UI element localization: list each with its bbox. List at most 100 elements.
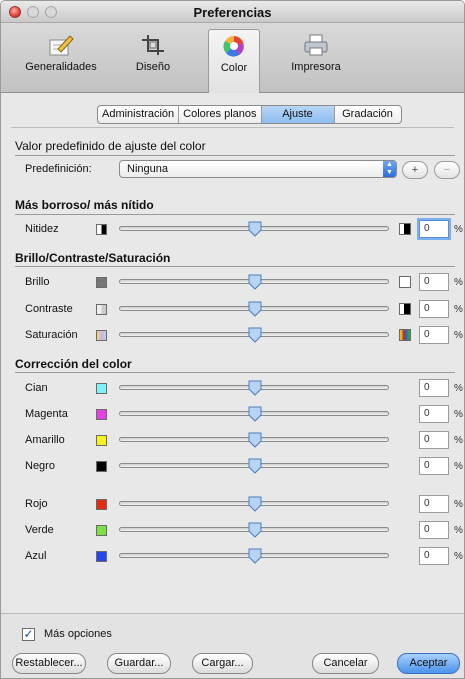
cyan-slider-thumb[interactable] bbox=[248, 380, 262, 396]
red-value-field[interactable]: 0 bbox=[419, 495, 449, 513]
tab-gradacion[interactable]: Gradación bbox=[335, 106, 401, 123]
contrast-label: Contraste bbox=[25, 303, 73, 315]
toolbar-impresora-label: Impresora bbox=[291, 61, 341, 73]
saturation-slider-thumb[interactable] bbox=[248, 327, 262, 343]
brightness-label: Brillo bbox=[25, 276, 50, 288]
cyan-unit: % bbox=[454, 383, 463, 394]
brightness-value-field[interactable]: 0 bbox=[419, 273, 449, 291]
preset-section-title: Valor predefinido de ajuste del color bbox=[15, 139, 206, 153]
blue-slider-track[interactable] bbox=[119, 548, 389, 564]
more-options-label: Más opciones bbox=[44, 628, 112, 640]
pencil-document-icon bbox=[49, 35, 74, 56]
footer: ✓ Más opciones Restablecer... Guardar...… bbox=[1, 613, 464, 678]
cyan-label: Cian bbox=[25, 382, 48, 394]
green-slider-thumb[interactable] bbox=[248, 522, 262, 538]
window-title: Preferencias bbox=[193, 5, 272, 20]
blur-icon bbox=[96, 224, 107, 235]
contrast-slider-track[interactable] bbox=[119, 301, 389, 317]
select-arrows-icon: ▲ ▼ bbox=[383, 161, 396, 177]
red-label: Rojo bbox=[25, 498, 48, 510]
red-swatch-icon bbox=[96, 499, 107, 510]
contrast-max-icon bbox=[399, 303, 411, 315]
brightness-slider-thumb[interactable] bbox=[248, 274, 262, 290]
color-tab-bar: Administración Colores planos Ajuste Gra… bbox=[97, 105, 402, 124]
red-slider-track[interactable] bbox=[119, 496, 389, 512]
remove-preset-button[interactable]: − bbox=[434, 161, 460, 179]
add-preset-button[interactable]: + bbox=[402, 161, 428, 179]
black-label: Negro bbox=[25, 460, 55, 472]
saturation-max-icon bbox=[399, 329, 411, 341]
cyan-slider-track[interactable] bbox=[119, 380, 389, 396]
green-label: Verde bbox=[25, 524, 54, 536]
bcs-section-title: Brillo/Contraste/Saturación bbox=[15, 251, 171, 265]
magenta-slider-thumb[interactable] bbox=[248, 406, 262, 422]
preferences-toolbar: Generalidades Diseño Color Impresora bbox=[1, 23, 464, 93]
green-slider-track[interactable] bbox=[119, 522, 389, 538]
black-swatch-icon bbox=[96, 461, 107, 472]
yellow-slider-thumb[interactable] bbox=[248, 432, 262, 448]
blue-label: Azul bbox=[25, 550, 47, 562]
toolbar-color[interactable]: Color bbox=[208, 29, 260, 93]
saturation-value-field[interactable]: 0 bbox=[419, 326, 449, 344]
preset-select[interactable]: Ninguna ▲ ▼ bbox=[119, 160, 397, 178]
black-slider-track[interactable] bbox=[119, 458, 389, 474]
divider bbox=[15, 155, 455, 156]
black-unit: % bbox=[454, 461, 463, 472]
color-wheel-icon bbox=[223, 36, 244, 57]
divider bbox=[15, 266, 455, 267]
load-button[interactable]: Cargar... bbox=[192, 653, 253, 674]
preset-value: Ninguna bbox=[127, 163, 168, 175]
red-slider-thumb[interactable] bbox=[248, 496, 262, 512]
cancel-button[interactable]: Cancelar bbox=[312, 653, 379, 674]
toolbar-impresora[interactable]: Impresora bbox=[288, 29, 344, 87]
sharpness-slider-thumb[interactable] bbox=[248, 221, 262, 237]
brightness-swatch-icon bbox=[96, 277, 107, 288]
more-options-checkbox[interactable]: ✓ bbox=[22, 628, 35, 641]
yellow-label: Amarillo bbox=[25, 434, 65, 446]
sharpness-slider-track[interactable] bbox=[119, 221, 389, 237]
saturation-slider-track[interactable] bbox=[119, 327, 389, 343]
magenta-label: Magenta bbox=[25, 408, 68, 420]
blue-unit: % bbox=[454, 551, 463, 562]
tab-colores-planos[interactable]: Colores planos bbox=[179, 106, 262, 123]
divider bbox=[15, 214, 455, 215]
yellow-swatch-icon bbox=[96, 435, 107, 446]
green-value-field[interactable]: 0 bbox=[419, 521, 449, 539]
magenta-swatch-icon bbox=[96, 409, 107, 420]
contrast-slider-thumb[interactable] bbox=[248, 301, 262, 317]
black-value-field[interactable]: 0 bbox=[419, 457, 449, 475]
yellow-unit: % bbox=[454, 435, 463, 446]
toolbar-generalidades[interactable]: Generalidades bbox=[19, 29, 103, 87]
yellow-value-field[interactable]: 0 bbox=[419, 431, 449, 449]
cyan-value-field[interactable]: 0 bbox=[419, 379, 449, 397]
blue-value-field[interactable]: 0 bbox=[419, 547, 449, 565]
magenta-slider-track[interactable] bbox=[119, 406, 389, 422]
contrast-swatch-icon bbox=[96, 304, 107, 315]
blue-slider-thumb[interactable] bbox=[248, 548, 262, 564]
tab-administracion[interactable]: Administración bbox=[98, 106, 180, 123]
blue-swatch-icon bbox=[96, 551, 107, 562]
saturation-label: Saturación bbox=[25, 329, 78, 341]
toolbar-color-label: Color bbox=[220, 62, 248, 74]
ok-button[interactable]: Aceptar bbox=[397, 653, 460, 674]
sharpen-icon bbox=[399, 223, 411, 235]
toolbar-diseno[interactable]: Diseño bbox=[129, 29, 177, 87]
sharpness-value-field[interactable]: 0 bbox=[417, 218, 451, 240]
saturation-swatch-icon bbox=[96, 330, 107, 341]
divider bbox=[15, 372, 455, 373]
toolbar-diseno-label: Diseño bbox=[135, 61, 171, 73]
magenta-value-field[interactable]: 0 bbox=[419, 405, 449, 423]
brightness-slider-track[interactable] bbox=[119, 274, 389, 290]
crop-icon bbox=[142, 35, 164, 55]
contrast-value-field[interactable]: 0 bbox=[419, 300, 449, 318]
brightness-max-icon bbox=[399, 276, 411, 288]
magenta-unit: % bbox=[454, 409, 463, 420]
yellow-slider-track[interactable] bbox=[119, 432, 389, 448]
reset-button[interactable]: Restablecer... bbox=[12, 653, 86, 674]
black-slider-thumb[interactable] bbox=[248, 458, 262, 474]
tab-ajuste[interactable]: Ajuste bbox=[261, 106, 335, 123]
toolbar-generalidades-label: Generalidades bbox=[25, 61, 97, 73]
sharpness-section-title: Más borroso/ más nítido bbox=[15, 198, 154, 212]
save-button[interactable]: Guardar... bbox=[107, 653, 171, 674]
preset-label: Predefinición: bbox=[25, 163, 92, 175]
